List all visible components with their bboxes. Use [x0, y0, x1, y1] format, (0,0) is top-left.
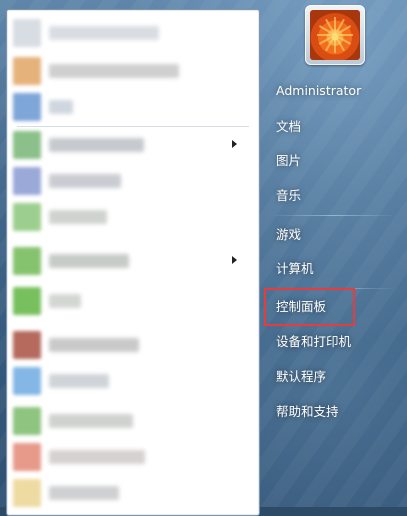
program-icon [13, 443, 41, 471]
program-label [49, 338, 139, 352]
program-label [49, 374, 109, 388]
program-icon [13, 407, 41, 435]
program-label [49, 414, 133, 428]
program-icon [13, 367, 41, 395]
program-label [49, 174, 121, 188]
program-item[interactable] [13, 130, 243, 160]
computer-link[interactable]: 计算机 [264, 255, 400, 283]
program-item[interactable] [13, 92, 243, 122]
program-item[interactable] [13, 366, 243, 396]
music-link[interactable]: 音乐 [264, 182, 400, 210]
program-item[interactable] [13, 166, 243, 196]
program-icon [13, 479, 41, 507]
program-icon [13, 287, 41, 315]
program-label [49, 210, 107, 224]
program-icon [13, 247, 41, 275]
default-programs-link[interactable]: 默认程序 [264, 363, 400, 391]
program-label [49, 486, 119, 500]
program-list [6, 9, 260, 516]
program-item[interactable] [13, 330, 243, 360]
devices-and-printers-link[interactable]: 设备和打印机 [264, 328, 400, 356]
program-item[interactable] [13, 478, 243, 508]
program-label [49, 26, 159, 40]
user-name-link[interactable]: Administrator [264, 77, 400, 105]
program-icon [13, 167, 41, 195]
pictures-link[interactable]: 图片 [264, 147, 400, 175]
program-item[interactable] [13, 56, 243, 86]
program-item[interactable] [13, 406, 243, 436]
program-icon [13, 331, 41, 359]
help-and-support-link[interactable]: 帮助和支持 [264, 398, 400, 426]
flower-avatar-icon [310, 10, 360, 60]
separator [270, 215, 396, 216]
program-label [49, 138, 144, 152]
program-item[interactable] [13, 202, 243, 232]
program-label [49, 64, 179, 78]
program-icon [13, 19, 41, 47]
highlight-annotation [264, 288, 355, 326]
submenu-arrow-icon [232, 140, 237, 148]
documents-link[interactable]: 文档 [264, 113, 400, 141]
program-icon [13, 131, 41, 159]
separator [17, 126, 249, 127]
games-link[interactable]: 游戏 [264, 221, 400, 249]
user-avatar[interactable] [305, 5, 365, 65]
program-item[interactable] [13, 246, 243, 276]
program-label [49, 450, 145, 464]
program-icon [13, 203, 41, 231]
submenu-arrow-icon [232, 256, 237, 264]
program-label [49, 100, 73, 114]
program-item[interactable] [13, 442, 243, 472]
program-item[interactable] [13, 18, 243, 48]
program-label [49, 254, 129, 268]
program-icon [13, 57, 41, 85]
program-item[interactable] [13, 286, 243, 316]
program-label [49, 294, 81, 308]
program-icon [13, 93, 41, 121]
